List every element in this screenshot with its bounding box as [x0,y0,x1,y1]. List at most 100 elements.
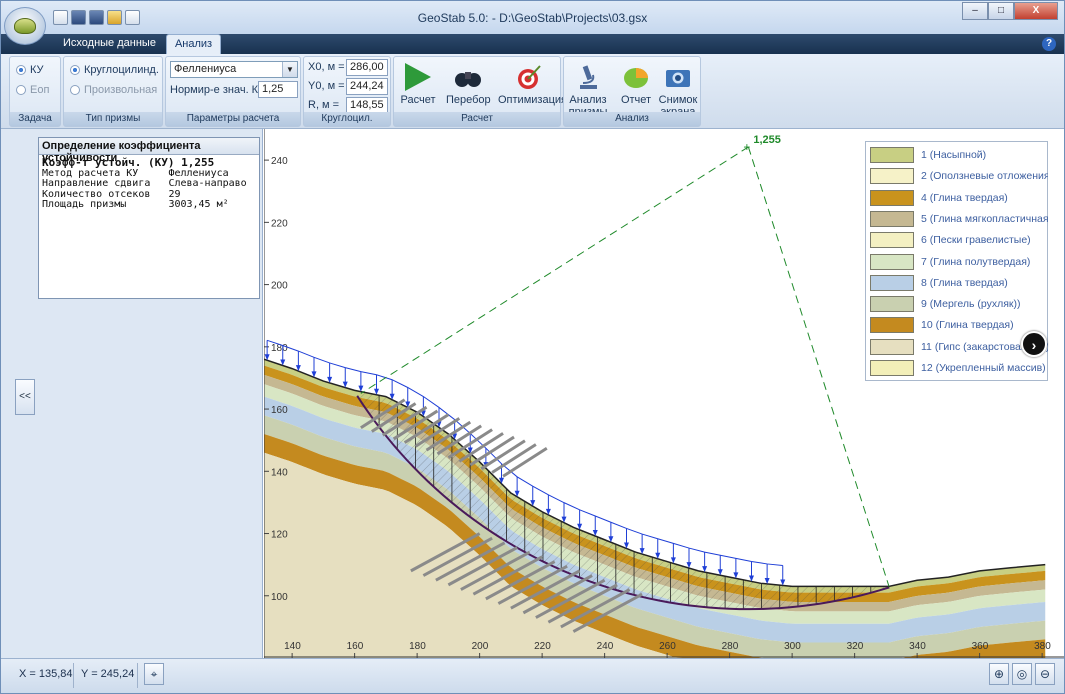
zoom-out-icon[interactable]: ⊖ [1035,663,1055,685]
group-task: КУ Еоп Задача [9,56,61,127]
cross-section-plot[interactable]: 100 120 140 160 180 200 220 240 140 160 180 200 220 2… [264,129,1064,658]
group-calc-params: Феллениуса ▼ Нормир-е знач. Ку 1,25 Парам… [165,56,301,127]
radio-dot-icon [70,85,80,95]
x-tick-label: 200 [472,641,489,652]
radio-arbitrary[interactable]: Произвольная [70,84,157,96]
close-button[interactable]: X [1014,2,1058,20]
result-row: Площадь призмы 3003,45 м² [42,199,256,211]
report-button[interactable]: Отчет [614,61,658,113]
radio-dot-icon [70,65,80,75]
title-bar: GeoStab 5.0: - D:\GeoStab\Projects\03.gs… [1,1,1064,34]
x-tick-label: 220 [534,641,551,652]
result-value: 3003,45 м² [168,199,229,210]
legend-label: 7 (Глина полутвердая) [921,255,1031,268]
group-calc: Расчет Перебор Оптимизация Расчет [393,56,567,127]
chevron-right-icon[interactable]: › [1021,331,1047,357]
legend-item: 12 (Укрепленный массив) [870,359,1048,377]
radio-arbitrary-label: Произвольная [84,84,158,96]
legend-swatch [870,210,914,227]
y-tick-label: 120 [271,530,288,541]
app-menu-button[interactable] [4,7,46,45]
legend-label: 5 (Глина мягкопластичная) [921,212,1048,225]
help-icon[interactable]: ? [1042,37,1056,51]
legend-label: 1 (Насыпной) [921,149,987,161]
legend-label: 9 (Мергель (рухляк)) [921,298,1021,311]
window-title: GeoStab 5.0: - D:\GeoStab\Projects\03.gs… [417,11,648,25]
snapshot-button[interactable]: Снимок экрана [656,61,700,118]
legend-swatch [870,360,914,376]
x-tick-label: 380 [1034,641,1051,652]
cursor-x: X = 135,84 [19,668,73,680]
radio-circular[interactable]: Круглоцилинд. [70,64,159,76]
y-tick-label: 140 [271,467,288,478]
crosshair-icon[interactable]: ⌖ [144,663,164,685]
ribbon-tabs: Исходные данные Анализ [55,34,222,54]
legend-item: 2 (Оползневые отложения) [870,167,1048,185]
legend-label: 8 (Глина твердая) [921,276,1008,289]
x-tick-label: 300 [784,641,801,652]
workspace: << Определение коэффициента устойчивости… [1,129,1064,658]
maximize-button[interactable]: □ [988,2,1014,20]
tab-source-data[interactable]: Исходные данные [55,34,164,54]
legend-label: 2 (Оползневые отложения) [921,170,1048,183]
app-logo-icon [14,18,36,34]
app-window: GeoStab 5.0: - D:\GeoStab\Projects\03.gs… [0,0,1065,694]
target-icon [514,63,544,91]
prism-analysis-button[interactable]: Анализ призмы [566,61,610,118]
minimize-button[interactable]: – [962,2,988,20]
result-body: Коэфф-т устойч. (КУ) 1,255 Метод расчета … [39,155,259,214]
radio-dot-icon [16,85,26,95]
legend-swatch [870,168,914,185]
group-label: Расчет [394,112,560,126]
group-label: Параметры расчета [166,112,300,126]
group-analysis: Анализ призмы Отчет Снимок экрана Анализ [563,56,701,127]
group-label: Анализ [564,112,700,126]
search-button[interactable]: Перебор [446,61,491,113]
x0-input[interactable]: 286,00 [346,59,388,76]
x-tick-label: 320 [847,641,864,652]
legend-item: 9 (Мергель (рухляк)) [870,295,1048,313]
result-value: Слева-направо [168,178,247,189]
radio-eop-label: Еоп [30,84,50,96]
legend-label: 4 (Глина твердая) [921,191,1008,204]
y0-input[interactable]: 244,24 [346,78,388,95]
legend-label: 12 (Укрепленный массив) [921,362,1046,374]
optimize-button[interactable]: Оптимизация [498,61,567,113]
run-button[interactable]: Расчет [396,61,440,113]
group-label: Круглоцил. призма [304,112,390,138]
zoom-in-icon[interactable]: ⊕ [989,663,1009,685]
stability-result-box: Определение коэффициента устойчивости Ко… [38,137,260,299]
result-key: Площадь призмы [42,199,169,210]
method-select[interactable]: Феллениуса ▼ [170,61,298,78]
y-tick-label: 100 [271,592,288,603]
radio-ku[interactable]: КУ [16,64,44,76]
cursor-y: Y = 245,24 [81,668,135,680]
legend-item: 1 (Насыпной) [870,146,1048,164]
r-label: R, м = [308,99,340,111]
run-label: Расчет [400,94,436,106]
legend-item: 7 (Глина полутвердая) [870,253,1048,271]
x-tick-label: 180 [409,641,426,652]
microscope-icon [573,63,603,91]
status-bar: X = 135,84 Y = 245,24 ⌖ ⊕ ◎ ⊖ [1,658,1064,693]
ku-annotation: 1,255 [753,134,781,146]
collapse-panel-button[interactable]: << [15,379,35,415]
legend-swatch [870,253,914,270]
zoom-fit-icon[interactable]: ◎ [1012,663,1032,685]
x-tick-label: 160 [347,641,364,652]
group-label: Тип призмы [64,112,162,126]
legend-swatch [870,232,914,249]
window-controls: – □ X [962,2,1058,20]
radio-eop[interactable]: Еоп [16,84,49,96]
x0-label: X0, м = [308,61,345,73]
norm-ku-input[interactable]: 1,25 [258,81,298,98]
y0-label: Y0, м = [308,80,345,92]
legend-item: 4 (Глина твердая) [870,189,1048,207]
binoculars-icon [453,63,483,91]
radius-line-left [360,146,749,394]
tab-analysis[interactable]: Анализ [165,34,222,54]
norm-label: Нормир-е знач. Ку [170,84,264,96]
radio-ku-label: КУ [30,64,44,76]
center-marker: + [743,140,750,154]
legend-label: 10 (Глина твердая) [921,319,1014,332]
